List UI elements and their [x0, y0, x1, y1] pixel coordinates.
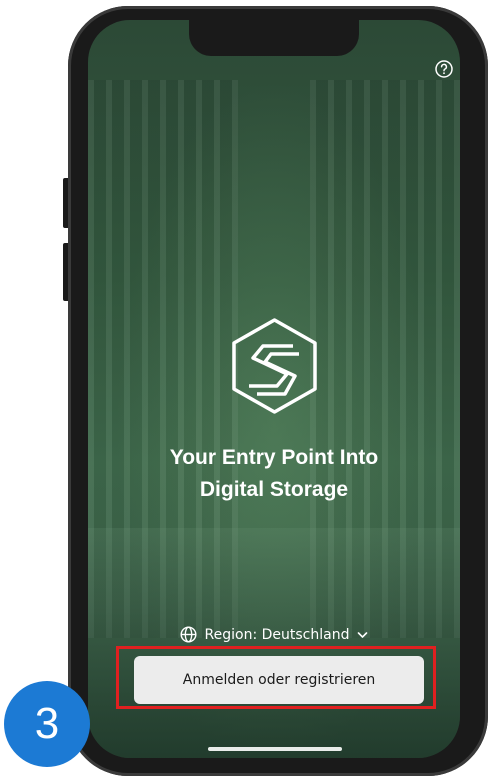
region-selector[interactable]: Region: Deutschland: [88, 626, 460, 643]
background-floor: [88, 528, 460, 758]
globe-icon: [180, 626, 197, 643]
help-circle-icon[interactable]: [433, 58, 455, 80]
phone-notch: [189, 20, 359, 56]
home-indicator: [208, 747, 342, 751]
step-number-badge: 3: [4, 681, 90, 767]
app-logo: [227, 316, 322, 416]
highlight-box: [116, 646, 436, 709]
page-title: Your Entry Point Into Digital Storage: [169, 446, 379, 501]
region-label: Region: Deutschland: [204, 626, 350, 643]
chevron-down-icon: [357, 627, 368, 643]
